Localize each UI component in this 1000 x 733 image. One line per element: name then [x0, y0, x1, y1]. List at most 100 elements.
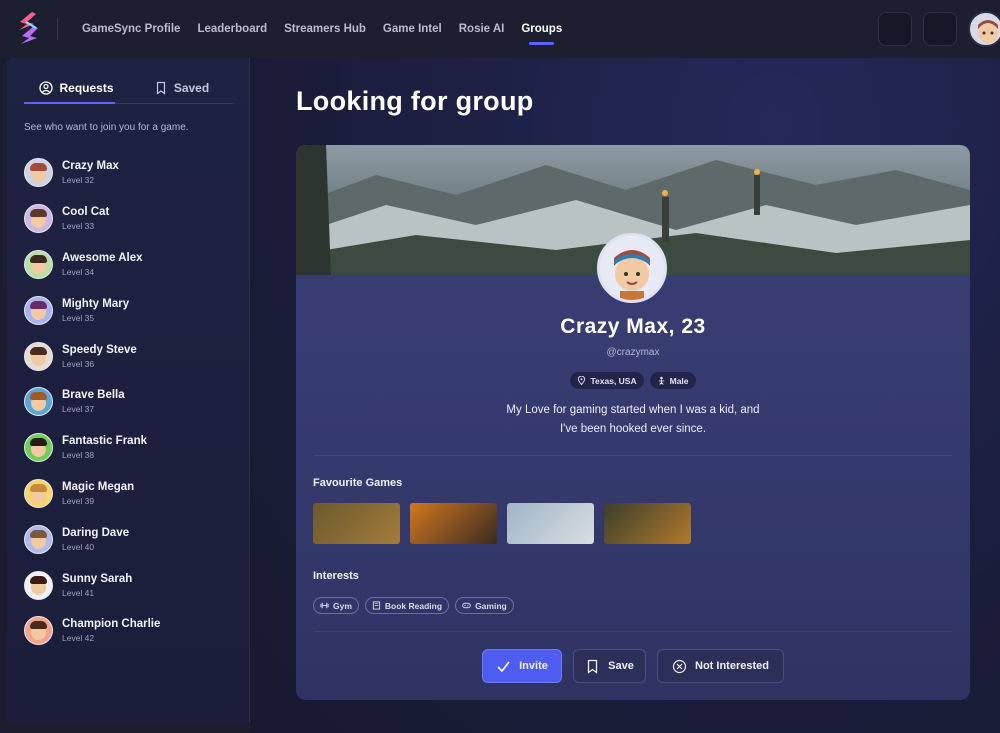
list-item[interactable]: Brave Bella Level 37	[24, 379, 244, 425]
avatar	[24, 158, 53, 188]
save-label: Save	[608, 660, 634, 672]
top-bar: GameSync Profile Leaderboard Streamers Hub…	[0, 0, 1000, 58]
user-level: Level 32	[62, 175, 95, 186]
list-item[interactable]: Daring Dave Level 40	[24, 516, 244, 562]
user-circle-icon	[39, 80, 54, 95]
list-item-text: Crazy Max Level 32	[62, 160, 119, 185]
invite-label: Invite	[519, 660, 548, 672]
bookmark-icon	[587, 659, 598, 674]
check-icon	[497, 661, 510, 672]
user-level: Level 40	[62, 541, 95, 552]
list-item-text: Mighty Mary Level 35	[62, 298, 129, 323]
divider	[314, 455, 952, 456]
avatar	[24, 387, 53, 417]
gender-text: Male	[669, 375, 689, 386]
bio-line-1: My Love for gaming started when I was a …	[506, 404, 760, 416]
list-item-text: Fantastic Frank Level 38	[62, 435, 147, 460]
main-content: Looking for group Crazy Max, 23 @crazyma…	[250, 58, 1000, 733]
notifications-button[interactable]	[878, 12, 912, 46]
profile-card: Crazy Max, 23 @crazymax Texas, USA Male …	[296, 145, 970, 700]
game-tile[interactable]	[507, 503, 594, 544]
tab-saved[interactable]: Saved	[129, 72, 234, 103]
user-name: Crazy Max	[62, 160, 119, 173]
list-item-text: Sunny Sarah Level 41	[62, 573, 132, 598]
avatar	[24, 341, 53, 371]
avatar	[24, 616, 53, 646]
list-item-text: Champion Charlie Level 42	[62, 618, 160, 643]
favourite-games	[313, 503, 691, 544]
not-interested-button[interactable]: Not Interested	[657, 649, 784, 683]
avatar	[24, 249, 53, 279]
gender-chip: Male	[649, 372, 696, 389]
interest-label: Book Reading	[384, 600, 443, 611]
list-item[interactable]: Champion Charlie Level 42	[24, 608, 244, 654]
avatar	[24, 478, 53, 508]
requests-sidebar: Requests Saved See who want to join you …	[7, 58, 250, 723]
tab-saved-label: Saved	[173, 80, 210, 95]
list-item[interactable]: Awesome Alex Level 34	[24, 242, 244, 288]
tab-requests-label: Requests	[59, 80, 114, 95]
tab-requests[interactable]: Requests	[24, 72, 129, 104]
nav-item-game-intel[interactable]: Game Intel	[383, 0, 442, 58]
app-logo-icon[interactable]	[14, 10, 42, 46]
list-item-text: Cool Cat Level 33	[62, 206, 109, 231]
list-item-text: Daring Dave Level 40	[62, 527, 129, 552]
user-name: Awesome Alex	[62, 251, 143, 264]
avatar-hair	[30, 300, 47, 309]
list-item-text: Speedy Steve Level 36	[62, 344, 137, 369]
location-chip: Texas, USA	[570, 372, 644, 389]
user-level: Level 39	[62, 495, 95, 506]
avatar-face-icon	[978, 20, 998, 43]
user-level: Level 33	[62, 221, 95, 232]
invite-button[interactable]: Invite	[482, 649, 562, 683]
user-name: Sunny Sarah	[62, 572, 133, 585]
interest-label: Gym	[333, 600, 352, 611]
list-item[interactable]: Cool Cat Level 33	[24, 196, 244, 242]
list-item[interactable]: Crazy Max Level 32	[24, 150, 244, 196]
page-title: Looking for group	[296, 86, 534, 116]
list-item-text: Brave Bella Level 37	[62, 389, 125, 414]
user-name: Fantastic Frank	[62, 435, 147, 448]
list-item[interactable]: Sunny Sarah Level 41	[24, 562, 244, 608]
nav-item-groups[interactable]: Groups	[521, 0, 562, 58]
game-tile[interactable]	[313, 503, 400, 544]
profile-chips: Texas, USA Male	[296, 372, 970, 389]
list-item-text: Awesome Alex Level 34	[62, 252, 143, 277]
gamepad-icon	[462, 602, 471, 609]
user-name: Mighty Mary	[62, 297, 130, 310]
list-item[interactable]: Fantastic Frank Level 38	[24, 425, 244, 471]
user-name: Champion Charlie	[62, 618, 161, 631]
not-interested-label: Not Interested	[695, 660, 769, 672]
game-tile[interactable]	[410, 503, 497, 544]
list-item[interactable]: Magic Megan Level 39	[24, 471, 244, 517]
request-list: Crazy Max Level 32 Cool Cat Level 33 Awesome…	[24, 150, 244, 654]
location-text: Texas, USA	[590, 375, 637, 386]
user-level: Level 37	[62, 404, 95, 415]
messages-button[interactable]	[923, 12, 957, 46]
bio-line-2: I've been hooked ever since.	[559, 423, 707, 435]
nav-item-gamesync-profile[interactable]: GameSync Profile	[82, 0, 180, 58]
nav-item-streamers-hub[interactable]: Streamers Hub	[284, 0, 366, 58]
nav-item-rosie-ai[interactable]: Rosie AI	[459, 0, 505, 58]
avatar-hair	[30, 529, 47, 538]
interests-title: Interests	[313, 570, 359, 582]
save-button[interactable]: Save	[573, 649, 646, 683]
book-icon	[372, 601, 381, 610]
avatar-hair	[30, 254, 47, 263]
profile-handle: @crazymax	[606, 347, 660, 358]
game-tile[interactable]	[604, 503, 691, 544]
user-level: Level 38	[62, 450, 95, 461]
list-item[interactable]: Speedy Steve Level 36	[24, 333, 244, 379]
avatar	[24, 295, 53, 325]
interest-chip-book-reading: Book Reading	[364, 597, 450, 614]
user-name: Magic Megan	[62, 480, 135, 493]
user-avatar[interactable]	[968, 11, 1000, 47]
nav-item-leaderboard[interactable]: Leaderboard	[197, 0, 267, 58]
user-level: Level 34	[62, 266, 95, 277]
avatar-hair	[30, 346, 47, 355]
avatar-hair	[30, 209, 47, 218]
divider	[57, 18, 58, 40]
dumbbell-icon	[320, 602, 329, 609]
list-item[interactable]: Mighty Mary Level 35	[24, 287, 244, 333]
avatar	[24, 570, 53, 600]
